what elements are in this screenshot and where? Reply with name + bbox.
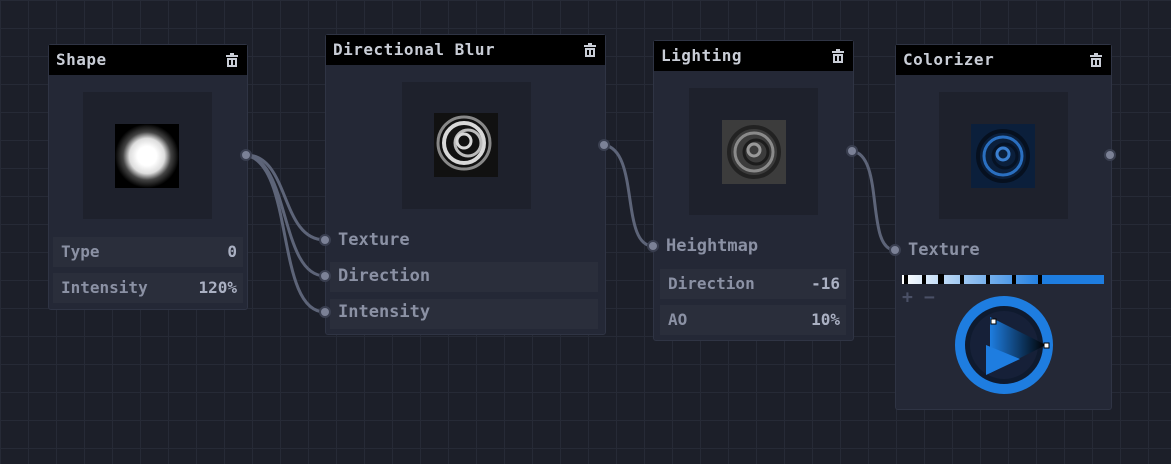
gradient-bar[interactable] — [902, 275, 1104, 284]
input-port-intensity[interactable] — [319, 306, 331, 318]
preview-panel — [689, 88, 818, 215]
input-label-heightmap: Heightmap — [666, 236, 759, 256]
output-port-blur[interactable] — [598, 139, 610, 151]
preview-thumbnail — [722, 120, 786, 184]
wire-blur-to-heightmap — [603, 143, 654, 248]
preview-panel — [939, 92, 1068, 219]
preview-thumbnail — [115, 124, 179, 188]
wire-shape-to-texture — [245, 153, 326, 242]
trash-icon[interactable] — [830, 48, 846, 64]
node-title: Lighting — [661, 46, 743, 65]
input-label-texture-colorizer: Texture — [908, 240, 980, 260]
param-row-direction[interactable]: Direction -16 — [660, 269, 846, 299]
gradient-stop-marker[interactable] — [986, 275, 990, 284]
param-row-ao[interactable]: AO 10% — [660, 305, 846, 335]
trash-icon[interactable] — [1088, 52, 1104, 68]
gradient-stop-marker[interactable] — [938, 274, 944, 284]
node-header[interactable]: Shape — [49, 45, 247, 75]
gradient-stop-marker[interactable] — [922, 275, 926, 284]
param-row-intensity[interactable]: Intensity 120% — [53, 273, 243, 303]
remove-stop-button[interactable]: − — [924, 288, 935, 308]
gradient-stop-marker[interactable] — [904, 275, 908, 284]
node-header[interactable]: Colorizer — [896, 45, 1111, 75]
param-row-type[interactable]: Type 0 — [53, 237, 243, 267]
preview-panel — [83, 92, 212, 219]
output-port-shape[interactable] — [240, 149, 252, 161]
wire-shape-to-direction — [245, 153, 326, 278]
shape-node[interactable]: Shape Type 0 Intensity 120% — [48, 44, 248, 310]
node-title: Colorizer — [903, 50, 995, 69]
input-label-texture: Texture — [338, 230, 410, 250]
param-label: AO — [668, 310, 688, 329]
node-header[interactable]: Directional Blur — [326, 35, 605, 65]
gradient-stop-marker[interactable] — [1038, 275, 1042, 284]
param-label: Type — [61, 242, 100, 261]
param-label: Intensity — [61, 278, 148, 297]
input-port-texture[interactable] — [319, 234, 331, 246]
node-title: Directional Blur — [333, 40, 496, 59]
trash-icon[interactable] — [582, 42, 598, 58]
node-title: Shape — [56, 50, 107, 69]
preview-thumbnail — [434, 113, 498, 177]
param-value[interactable]: 10% — [811, 305, 840, 335]
output-port-lighting[interactable] — [846, 145, 858, 157]
input-port-heightmap[interactable] — [647, 240, 659, 252]
lighting-node[interactable]: Lighting Direction -16 AO 10% — [653, 40, 854, 341]
param-value[interactable]: 0 — [227, 237, 237, 267]
param-value[interactable]: 120% — [198, 273, 237, 303]
input-label-intensity: Intensity — [338, 302, 431, 322]
output-port-colorizer[interactable] — [1104, 149, 1116, 161]
input-port-texture-colorizer[interactable] — [889, 244, 901, 256]
gradient-stop-marker[interactable] — [960, 275, 964, 284]
preview-thumbnail — [971, 124, 1035, 188]
input-port-direction[interactable] — [319, 270, 331, 282]
input-label-direction: Direction — [338, 266, 431, 286]
param-value[interactable]: -16 — [811, 269, 840, 299]
wire-shape-to-intensity — [245, 153, 326, 314]
play-icon[interactable] — [952, 293, 1056, 397]
preview-panel — [402, 82, 531, 209]
colorizer-node[interactable]: Colorizer + − — [895, 44, 1112, 410]
trash-icon[interactable] — [224, 52, 240, 68]
node-header[interactable]: Lighting — [654, 41, 853, 71]
gradient-stop-marker[interactable] — [1012, 275, 1016, 284]
param-label: Direction — [668, 274, 755, 293]
add-stop-button[interactable]: + — [902, 288, 913, 308]
directional-blur-node[interactable]: Directional Blur — [325, 34, 606, 335]
wire-lighting-to-texture — [851, 149, 896, 252]
